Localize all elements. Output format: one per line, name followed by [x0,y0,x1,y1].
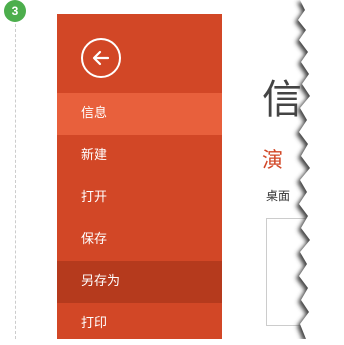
menu-item-save-as[interactable]: 另存为 [57,261,222,303]
backstage-menu: 信息 新建 打开 保存 另存为 打印 [57,93,222,345]
arrow-left-icon [92,50,110,66]
menu-item-info[interactable]: 信息 [57,93,222,135]
backstage-sidebar: 信息 新建 打开 保存 另存为 打印 [57,14,222,339]
menu-item-new[interactable]: 新建 [57,135,222,177]
menu-item-save[interactable]: 保存 [57,219,222,261]
step-number-badge: 3 [4,0,26,22]
back-button[interactable] [81,38,121,78]
dashed-guide-line [15,24,16,339]
menu-item-open[interactable]: 打开 [57,177,222,219]
torn-edge-decoration [295,0,344,339]
